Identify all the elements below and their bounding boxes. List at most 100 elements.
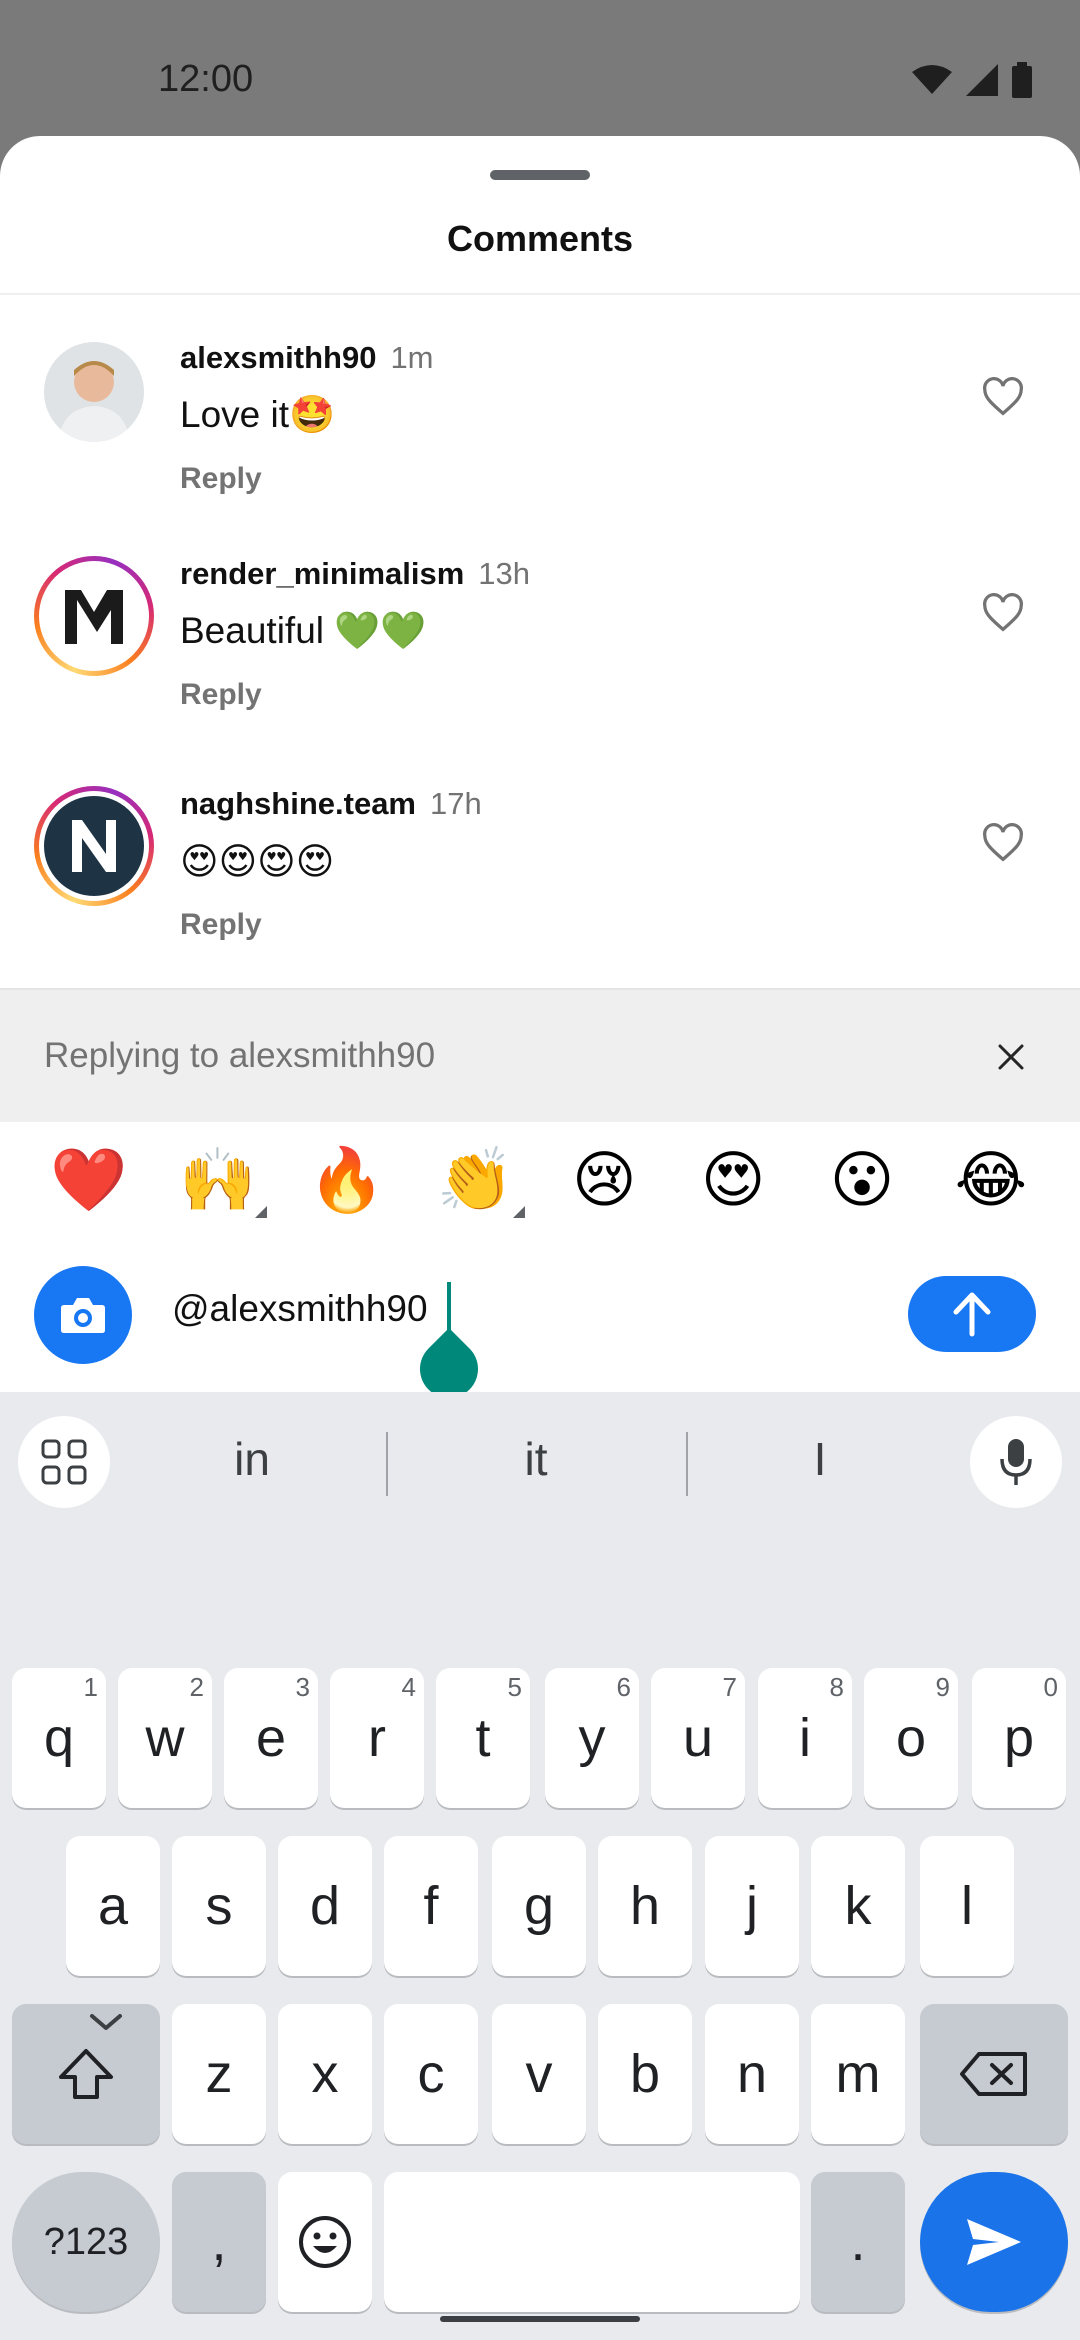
comment-item: alexsmithh90 1m Love it🤩 Reply xyxy=(0,340,1080,540)
key-z[interactable]: z xyxy=(172,2004,266,2144)
emoji-key[interactable] xyxy=(278,2172,372,2312)
status-icons xyxy=(912,62,1032,98)
keyboard-apps-button[interactable] xyxy=(18,1416,110,1508)
suggestion-item[interactable]: I xyxy=(720,1432,920,1486)
comment-composer: @alexsmithh90 xyxy=(0,1240,1080,1411)
emoji-button[interactable]: ❤️ xyxy=(44,1150,134,1212)
emoji-button[interactable]: 😮 xyxy=(817,1150,907,1212)
divider xyxy=(386,1432,388,1496)
key-k[interactable]: k xyxy=(811,1836,905,1976)
cancel-reply-button[interactable] xyxy=(984,1030,1038,1084)
comment-time: 1m xyxy=(390,340,434,375)
reply-button[interactable]: Reply xyxy=(180,678,262,712)
voice-input-button[interactable] xyxy=(970,1416,1062,1508)
key-x[interactable]: x xyxy=(278,2004,372,2144)
key-j[interactable]: j xyxy=(705,1836,799,1976)
key-o[interactable]: o9 xyxy=(864,1668,958,1808)
key-r[interactable]: r4 xyxy=(330,1668,424,1808)
comment-username[interactable]: render_minimalism 13h xyxy=(180,556,530,592)
space-key[interactable] xyxy=(384,2172,800,2312)
reply-button[interactable]: Reply xyxy=(180,908,262,942)
key-e[interactable]: e3 xyxy=(224,1668,318,1808)
key-f[interactable]: f xyxy=(384,1836,478,1976)
skin-tone-indicator xyxy=(512,1206,525,1218)
emoji-button[interactable]: 🙌 xyxy=(173,1150,267,1218)
emoji-button[interactable]: 😢 xyxy=(559,1150,649,1212)
post-comment-button[interactable] xyxy=(908,1276,1036,1352)
on-screen-keyboard: in it I q1 w2 e3 r4 t5 y6 u7 i8 o9 p0 a … xyxy=(0,1392,1080,2340)
comments-sheet: Comments alexsmithh901m Love it🤩 Reply xyxy=(0,136,1080,2340)
camera-icon xyxy=(61,1298,105,1333)
replying-to-text: Replying to alexsmithh90 xyxy=(44,1036,436,1075)
comma-key[interactable]: , xyxy=(172,2172,266,2312)
key-s[interactable]: s xyxy=(172,1836,266,1976)
key-g[interactable]: g xyxy=(492,1836,586,1976)
heart-icon xyxy=(983,823,1023,862)
replying-to-bar: Replying to alexsmithh90 xyxy=(0,988,1080,1122)
comment-input[interactable]: @alexsmithh90 xyxy=(172,1288,428,1330)
comment-username[interactable]: naghshine.team 17h xyxy=(180,786,482,822)
key-d[interactable]: d xyxy=(278,1836,372,1976)
gesture-nav-bar[interactable] xyxy=(440,2316,640,2322)
key-n[interactable]: n xyxy=(705,2004,799,2144)
reply-button[interactable]: Reply xyxy=(180,462,262,496)
signal-icon xyxy=(966,64,998,96)
key-p[interactable]: p0 xyxy=(972,1668,1066,1808)
comment-text: 😍😍😍😍 xyxy=(180,841,335,882)
like-button[interactable] xyxy=(976,816,1030,870)
arrow-up-icon xyxy=(953,1292,991,1337)
comment-item: naghshine.team 17h 😍😍😍😍 Reply xyxy=(0,786,1080,986)
key-l[interactable]: l xyxy=(920,1836,1014,1976)
key-h[interactable]: h xyxy=(598,1836,692,1976)
comment-time: 13h xyxy=(478,556,531,591)
like-button[interactable] xyxy=(976,370,1030,424)
key-b[interactable]: b xyxy=(598,2004,692,2144)
avatar[interactable] xyxy=(44,342,144,442)
skin-tone-indicator xyxy=(254,1206,267,1218)
comment-username[interactable]: alexsmithh90 1m xyxy=(180,340,434,376)
key-a[interactable]: a xyxy=(66,1836,160,1976)
emoji-button[interactable]: 👏 xyxy=(431,1150,525,1218)
sheet-title: Comments xyxy=(446,218,634,259)
key-m[interactable]: m xyxy=(811,2004,905,2144)
key-c[interactable]: c xyxy=(384,2004,478,2144)
status-bar: 12:00 xyxy=(0,0,1080,140)
comment-text: Love it🤩 xyxy=(180,394,336,435)
smiley-icon xyxy=(299,2216,351,2268)
key-y[interactable]: y6 xyxy=(545,1668,639,1808)
key-w[interactable]: w2 xyxy=(118,1668,212,1808)
key-u[interactable]: u7 xyxy=(651,1668,745,1808)
key-t[interactable]: t5 xyxy=(436,1668,530,1808)
period-key[interactable]: . xyxy=(811,2172,905,2312)
quick-emoji-row: ❤️ 🙌 🔥 👏 😢 😍 😮 😂 xyxy=(0,1122,1080,1240)
backspace-key[interactable] xyxy=(920,2004,1068,2144)
divider xyxy=(0,293,1080,295)
status-time: 12:00 xyxy=(158,58,254,100)
key-v[interactable]: v xyxy=(492,2004,586,2144)
heart-icon xyxy=(983,377,1023,416)
suggestion-item[interactable]: in xyxy=(152,1432,352,1486)
drag-handle[interactable] xyxy=(490,170,590,180)
comment-item: render_minimalism 13h Beautiful 💚💚 Reply xyxy=(0,556,1080,756)
key-q[interactable]: q1 xyxy=(12,1668,106,1808)
microphone-icon xyxy=(1000,1439,1032,1485)
comment-text: Beautiful 💚💚 xyxy=(180,610,427,651)
wifi-icon xyxy=(912,65,952,94)
emoji-button[interactable]: 🔥 xyxy=(302,1150,392,1212)
avatar[interactable] xyxy=(34,556,154,676)
avatar[interactable] xyxy=(34,786,154,906)
like-button[interactable] xyxy=(976,586,1030,640)
comment-time: 17h xyxy=(430,786,482,821)
backspace-icon xyxy=(960,2052,1027,2096)
send-key[interactable] xyxy=(920,2172,1068,2312)
battery-icon xyxy=(1012,62,1032,98)
shift-icon xyxy=(59,2049,113,2099)
chevron-down-icon[interactable] xyxy=(86,2010,126,2034)
emoji-button[interactable]: 😂 xyxy=(946,1150,1036,1212)
symbols-key[interactable]: ?123 xyxy=(12,2172,160,2312)
key-i[interactable]: i8 xyxy=(758,1668,852,1808)
emoji-button[interactable]: 😍 xyxy=(688,1150,778,1212)
camera-button[interactable] xyxy=(34,1266,132,1364)
suggestion-item[interactable]: it xyxy=(436,1432,636,1486)
suggestion-strip: in it I xyxy=(0,1392,1080,1522)
